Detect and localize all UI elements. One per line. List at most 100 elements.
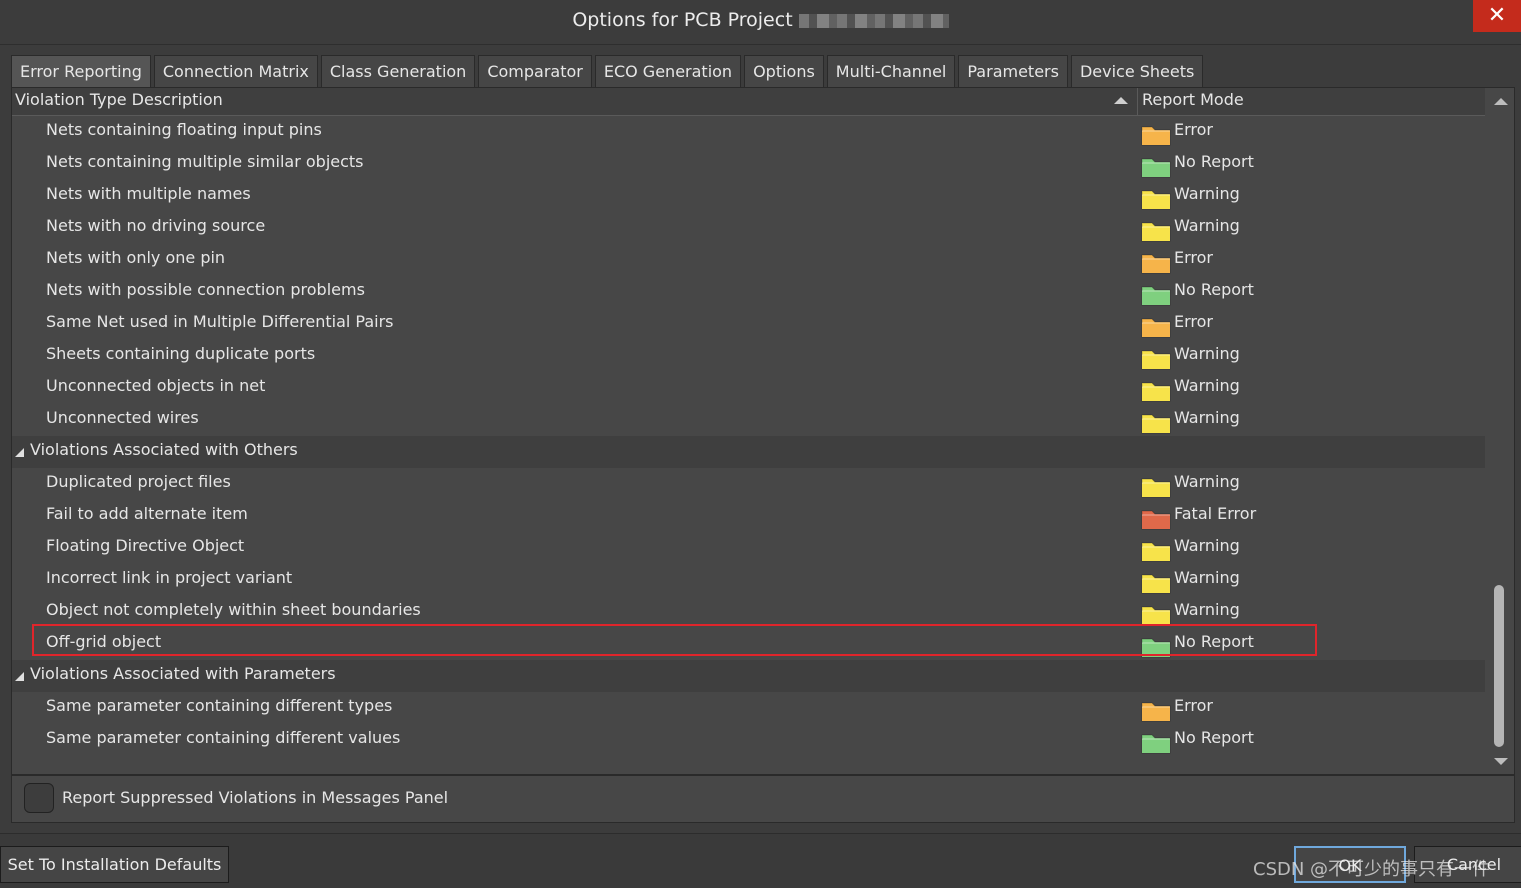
folder-orange-icon (1141, 251, 1171, 274)
violation-description: Nets with only one pin (46, 248, 226, 267)
violation-description: Sheets containing duplicate ports (46, 344, 316, 363)
report-mode-value[interactable]: Warning (1174, 344, 1240, 363)
table-row[interactable]: Nets containing floating input pins Error (12, 116, 1485, 148)
violation-description: Fail to add alternate item (46, 504, 248, 523)
table-row[interactable]: Floating Directive Object Warning (12, 532, 1485, 564)
table-row[interactable]: Nets with no driving source Warning (12, 212, 1485, 244)
report-mode-value[interactable]: Warning (1174, 216, 1240, 235)
set-installation-defaults-button[interactable]: Set To Installation Defaults (0, 846, 229, 883)
column-header-description[interactable]: Violation Type Description (15, 90, 223, 109)
report-mode-value[interactable]: No Report (1174, 632, 1254, 651)
report-mode-value[interactable]: Warning (1174, 408, 1240, 427)
scrollbar-thumb[interactable] (1494, 585, 1504, 747)
table-row[interactable]: Sheets containing duplicate ports Warning (12, 340, 1485, 372)
table-row[interactable]: Unconnected wires Warning (12, 404, 1485, 436)
group-row[interactable]: Violations Associated with Parameters (12, 660, 1485, 692)
table-row[interactable]: Nets with possible connection problems No… (12, 276, 1485, 308)
options-panel: Report Suppressed Violations in Messages… (11, 775, 1515, 823)
folder-green-icon (1141, 731, 1171, 754)
violation-rows: Nets containing floating input pins Error… (12, 116, 1485, 756)
violations-grid: Violation Type Description Report Mode N… (11, 87, 1515, 775)
folder-green-icon (1141, 635, 1171, 658)
sort-ascending-icon[interactable] (1114, 97, 1128, 104)
tab-class-generation[interactable]: Class Generation (320, 55, 476, 87)
close-button[interactable]: ✕ (1473, 0, 1521, 32)
column-separator[interactable] (1137, 88, 1138, 115)
table-row[interactable]: Same Net used in Multiple Differential P… (12, 308, 1485, 340)
violation-description: Floating Directive Object (46, 536, 245, 555)
folder-red-icon (1141, 507, 1171, 530)
violation-description: Same parameter containing different valu… (46, 728, 401, 747)
violation-description: Nets with multiple names (46, 184, 251, 203)
folder-green-icon (1141, 283, 1171, 306)
report-mode-value[interactable]: Warning (1174, 472, 1240, 491)
report-suppressed-label[interactable]: Report Suppressed Violations in Messages… (62, 788, 448, 807)
report-mode-value[interactable]: No Report (1174, 728, 1254, 747)
violation-description: Nets containing floating input pins (46, 120, 322, 139)
table-row[interactable]: Unconnected objects in net Warning (12, 372, 1485, 404)
report-mode-value[interactable]: Fatal Error (1174, 504, 1256, 523)
cancel-button[interactable]: Cancel (1414, 846, 1521, 883)
tab-device-sheets[interactable]: Device Sheets (1070, 55, 1204, 87)
scroll-up-arrow-icon[interactable] (1494, 98, 1508, 105)
violation-description: Nets with no driving source (46, 216, 266, 235)
folder-green-icon (1141, 155, 1171, 178)
table-row[interactable]: Nets with multiple names Warning (12, 180, 1485, 212)
report-mode-value[interactable]: Error (1174, 312, 1213, 331)
vertical-scrollbar[interactable] (1489, 88, 1512, 774)
violation-description: Nets with possible connection problems (46, 280, 365, 299)
folder-yellow-icon (1141, 219, 1171, 242)
report-suppressed-checkbox[interactable] (24, 783, 54, 813)
folder-yellow-icon (1141, 379, 1171, 402)
ok-button[interactable]: OK (1294, 846, 1406, 883)
report-mode-value[interactable]: Error (1174, 248, 1213, 267)
scroll-down-arrow-icon[interactable] (1494, 758, 1508, 765)
window-title-wrap: Options for PCB Project (0, 9, 1521, 31)
table-row[interactable]: Same parameter containing different type… (12, 692, 1485, 724)
violation-description: Object not completely within sheet bound… (46, 600, 421, 619)
tab-parameters[interactable]: Parameters (958, 55, 1068, 87)
report-mode-value[interactable]: Warning (1174, 536, 1240, 555)
tab-options[interactable]: Options (744, 55, 824, 87)
grid-header: Violation Type Description Report Mode (12, 88, 1485, 116)
tab-bar: Error Reporting Connection Matrix Class Ge… (11, 55, 1206, 87)
violation-description: Nets containing multiple similar objects (46, 152, 364, 171)
folder-yellow-icon (1141, 187, 1171, 210)
table-row[interactable]: Off-grid object No Report (12, 628, 1485, 660)
violation-description: Unconnected objects in net (46, 376, 266, 395)
folder-orange-icon (1141, 315, 1171, 338)
table-row[interactable]: Fail to add alternate item Fatal Error (12, 500, 1485, 532)
report-mode-value[interactable]: Warning (1174, 376, 1240, 395)
report-mode-value[interactable]: Warning (1174, 600, 1240, 619)
table-row[interactable]: Same parameter containing different valu… (12, 724, 1485, 756)
group-row[interactable]: Violations Associated with Others (12, 436, 1485, 468)
table-row[interactable]: Nets with only one pin Error (12, 244, 1485, 276)
table-row[interactable]: Object not completely within sheet bound… (12, 596, 1485, 628)
report-mode-value[interactable]: Error (1174, 120, 1213, 139)
report-mode-value[interactable]: No Report (1174, 152, 1254, 171)
folder-orange-icon (1141, 699, 1171, 722)
collapse-triangle-icon[interactable] (15, 672, 24, 681)
tab-comparator[interactable]: Comparator (478, 55, 592, 87)
report-mode-value[interactable]: Warning (1174, 184, 1240, 203)
window-title: Options for PCB Project (572, 9, 793, 31)
tab-connection-matrix[interactable]: Connection Matrix (153, 55, 318, 87)
column-header-report-mode[interactable]: Report Mode (1142, 90, 1244, 109)
folder-orange-icon (1141, 123, 1171, 146)
report-mode-value[interactable]: No Report (1174, 280, 1254, 299)
violation-description: Duplicated project files (46, 472, 231, 491)
table-row[interactable]: Incorrect link in project variant Warning (12, 564, 1485, 596)
collapse-triangle-icon[interactable] (15, 448, 24, 457)
table-row[interactable]: Nets containing multiple similar objects… (12, 148, 1485, 180)
tab-eco-generation[interactable]: ECO Generation (594, 55, 742, 87)
redacted-project-name (798, 13, 949, 28)
tab-error-reporting[interactable]: Error Reporting (11, 55, 151, 87)
tab-multi-channel[interactable]: Multi-Channel (826, 55, 956, 87)
folder-yellow-icon (1141, 347, 1171, 370)
folder-yellow-icon (1141, 411, 1171, 434)
group-label: Violations Associated with Parameters (30, 664, 336, 683)
report-mode-value[interactable]: Warning (1174, 568, 1240, 587)
group-label: Violations Associated with Others (30, 440, 298, 459)
report-mode-value[interactable]: Error (1174, 696, 1213, 715)
table-row[interactable]: Duplicated project files Warning (12, 468, 1485, 500)
